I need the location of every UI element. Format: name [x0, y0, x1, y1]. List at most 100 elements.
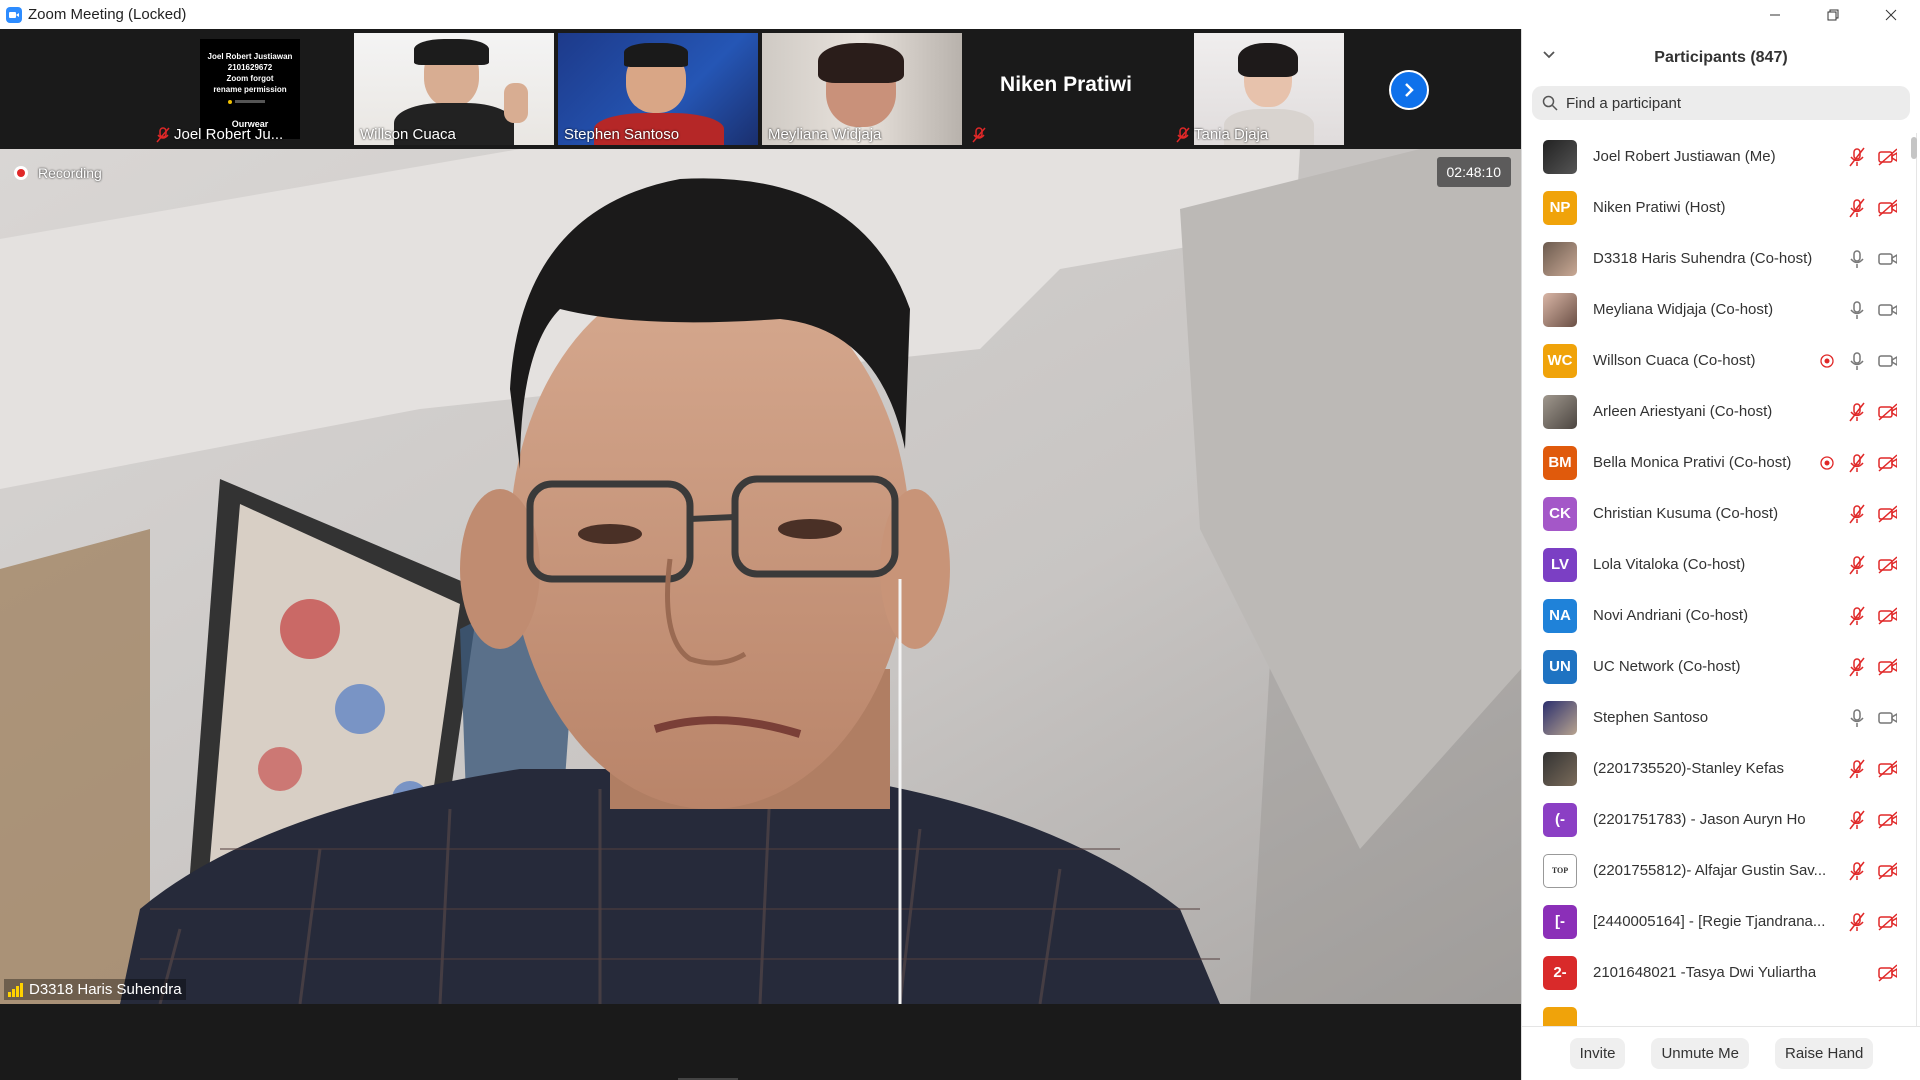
participant-row[interactable]: LV Lola Vitaloka (Co-host): [1522, 539, 1920, 590]
close-icon: [1885, 9, 1897, 20]
mic-muted-icon: [1176, 126, 1190, 142]
participants-list: Joel Robert Justiawan (Me) NP Niken Pratiw…: [1522, 131, 1920, 1031]
participant-hair: [1238, 43, 1298, 77]
title-bar: Zoom Meeting (Locked): [0, 0, 1920, 29]
svg-text:Zoom forgot: Zoom forgot: [226, 74, 273, 83]
thumbnail-name: Willson Cuaca: [360, 126, 456, 143]
participant-row[interactable]: NA Novi Andriani (Co-host): [1522, 590, 1920, 641]
participant-avatar: [1543, 394, 1577, 429]
recording-icon: [14, 166, 28, 180]
participant-search[interactable]: [1532, 86, 1910, 120]
participant-row[interactable]: UN UC Network (Co-host): [1522, 641, 1920, 692]
meeting-timer: 02:48:10: [1436, 157, 1511, 187]
participant-row[interactable]: Meyliana Widjaja (Co-host): [1522, 284, 1920, 335]
mic-muted-icon: [1847, 453, 1867, 473]
participant-row[interactable]: [- [2440005164] - [Regie Tjandrana...: [1522, 896, 1920, 947]
participant-avatar: [1543, 292, 1577, 327]
participant-row[interactable]: Joel Robert Justiawan (Me): [1522, 131, 1920, 182]
participant-name: Novi Andriani (Co-host): [1593, 607, 1749, 624]
participant-status-icons: [1817, 335, 1897, 386]
participant-name: (2201751783) - Jason Auryn Ho: [1593, 811, 1806, 828]
thumbnail-name-text: Tania Djaja: [1194, 126, 1269, 143]
video-thumbnail[interactable]: Niken Pratiwi: [966, 33, 1166, 145]
participant-name: (2201735520)-Stanley Kefas: [1593, 760, 1784, 777]
participant-avatar: CK: [1543, 496, 1577, 531]
participant-status-icons: [1847, 692, 1897, 743]
video-thumbnail[interactable]: Tania Djaja: [1170, 33, 1370, 145]
participant-row[interactable]: 2- 2101648021 -Tasya Dwi Yuliartha: [1522, 947, 1920, 998]
search-input[interactable]: [1566, 94, 1866, 112]
raise-hand-button[interactable]: Raise Hand: [1775, 1038, 1874, 1069]
thumbnail-mic: [972, 127, 986, 143]
participant-status-icons: [1847, 182, 1897, 233]
participant-status-icons: [1847, 641, 1897, 692]
chevron-right-icon: [1405, 83, 1414, 97]
signal-strength-icon: [8, 982, 23, 997]
video-off-icon: [1877, 759, 1897, 779]
participant-hair: [818, 43, 904, 83]
participant-row[interactable]: Arleen Ariestyani (Co-host): [1522, 386, 1920, 437]
participant-avatar: WC: [1543, 343, 1577, 378]
unmute-me-button[interactable]: Unmute Me: [1651, 1038, 1749, 1069]
video-off-icon: [1877, 402, 1897, 422]
video-thumbnail[interactable]: Stephen Santoso: [558, 33, 758, 145]
thumbnail-name: Tania Djaja: [1176, 126, 1268, 143]
participant-avatar: NA: [1543, 598, 1577, 633]
participant-avatar: [1543, 139, 1577, 174]
participant-avatar: NP: [1543, 190, 1577, 225]
video-icon: [1877, 351, 1897, 371]
video-off-icon: [1877, 810, 1897, 830]
video-thumbnail[interactable]: Meyliana Widjaja: [762, 33, 962, 145]
restore-button[interactable]: [1804, 0, 1862, 29]
thumbnail-name: Joel Robert Ju...: [156, 126, 283, 143]
collapse-panel-button[interactable]: [1542, 47, 1556, 65]
minimize-button[interactable]: [1746, 0, 1804, 29]
participant-avatar: [1543, 700, 1577, 735]
zoom-app-icon: [6, 6, 22, 23]
active-speaker-label: D3318 Haris Suhendra: [4, 979, 186, 1000]
main-video[interactable]: Recording 02:48:10 D3318 Haris Suhendra: [0, 149, 1521, 1004]
video-thumbnail[interactable]: Willson Cuaca: [354, 33, 554, 145]
recording-indicator[interactable]: Recording: [14, 165, 102, 181]
participant-row[interactable]: CK Christian Kusuma (Co-host): [1522, 488, 1920, 539]
participant-status-icons: [1877, 947, 1897, 998]
video-off-icon: [1877, 453, 1897, 473]
close-button[interactable]: [1862, 0, 1920, 29]
participant-avatar: LV: [1543, 547, 1577, 582]
participant-row[interactable]: NP Niken Pratiwi (Host): [1522, 182, 1920, 233]
video-icon: [1877, 249, 1897, 269]
participant-status-icons: [1847, 386, 1897, 437]
participants-title: Participants (847): [1654, 48, 1788, 66]
mic-muted-icon: [1847, 504, 1867, 524]
participant-status-icons: [1847, 590, 1897, 641]
svg-text:rename permission: rename permission: [213, 85, 286, 94]
thumbnail-name-text: Willson Cuaca: [360, 126, 456, 143]
invite-button[interactable]: Invite: [1569, 1038, 1626, 1069]
participant-name: 2101648021 -Tasya Dwi Yuliartha: [1593, 964, 1817, 981]
participant-row[interactable]: (- (2201751783) - Jason Auryn Ho: [1522, 794, 1920, 845]
recording-icon: [1817, 351, 1837, 371]
participant-status-icons: [1847, 488, 1897, 539]
recording-label: Recording: [38, 165, 102, 181]
restore-icon: [1827, 9, 1839, 20]
participant-row[interactable]: TOP (2201755812)- Alfajar Gustin Sav...: [1522, 845, 1920, 896]
participant-avatar: BM: [1543, 445, 1577, 480]
participant-row[interactable]: WC Willson Cuaca (Co-host): [1522, 335, 1920, 386]
participant-row[interactable]: D3318 Haris Suhendra (Co-host): [1522, 233, 1920, 284]
next-page-button[interactable]: [1389, 70, 1429, 110]
participant-name: Willson Cuaca (Co-host): [1593, 352, 1756, 369]
participants-header: Participants (847): [1522, 29, 1920, 86]
participant-row[interactable]: BM Bella Monica Prativi (Co-host): [1522, 437, 1920, 488]
thumbnail-strip: Joel Robert Justiawan 2101629672 Zoom fo…: [0, 29, 1521, 149]
mic-muted-icon: [1847, 912, 1867, 932]
participant-status-icons: [1817, 437, 1897, 488]
video-thumbnail[interactable]: Joel Robert Justiawan 2101629672 Zoom fo…: [150, 33, 350, 145]
participant-avatar: [-: [1543, 904, 1577, 939]
participant-row[interactable]: (2201735520)-Stanley Kefas: [1522, 743, 1920, 794]
participant-name: Bella Monica Prativi (Co-host): [1593, 454, 1792, 471]
participant-name: Lola Vitaloka (Co-host): [1593, 556, 1746, 573]
participant-name: Meyliana Widjaja (Co-host): [1593, 301, 1774, 318]
participant-row[interactable]: Stephen Santoso: [1522, 692, 1920, 743]
slide-image: Joel Robert Justiawan 2101629672 Zoom fo…: [200, 39, 300, 139]
participant-name: UC Network (Co-host): [1593, 658, 1741, 675]
